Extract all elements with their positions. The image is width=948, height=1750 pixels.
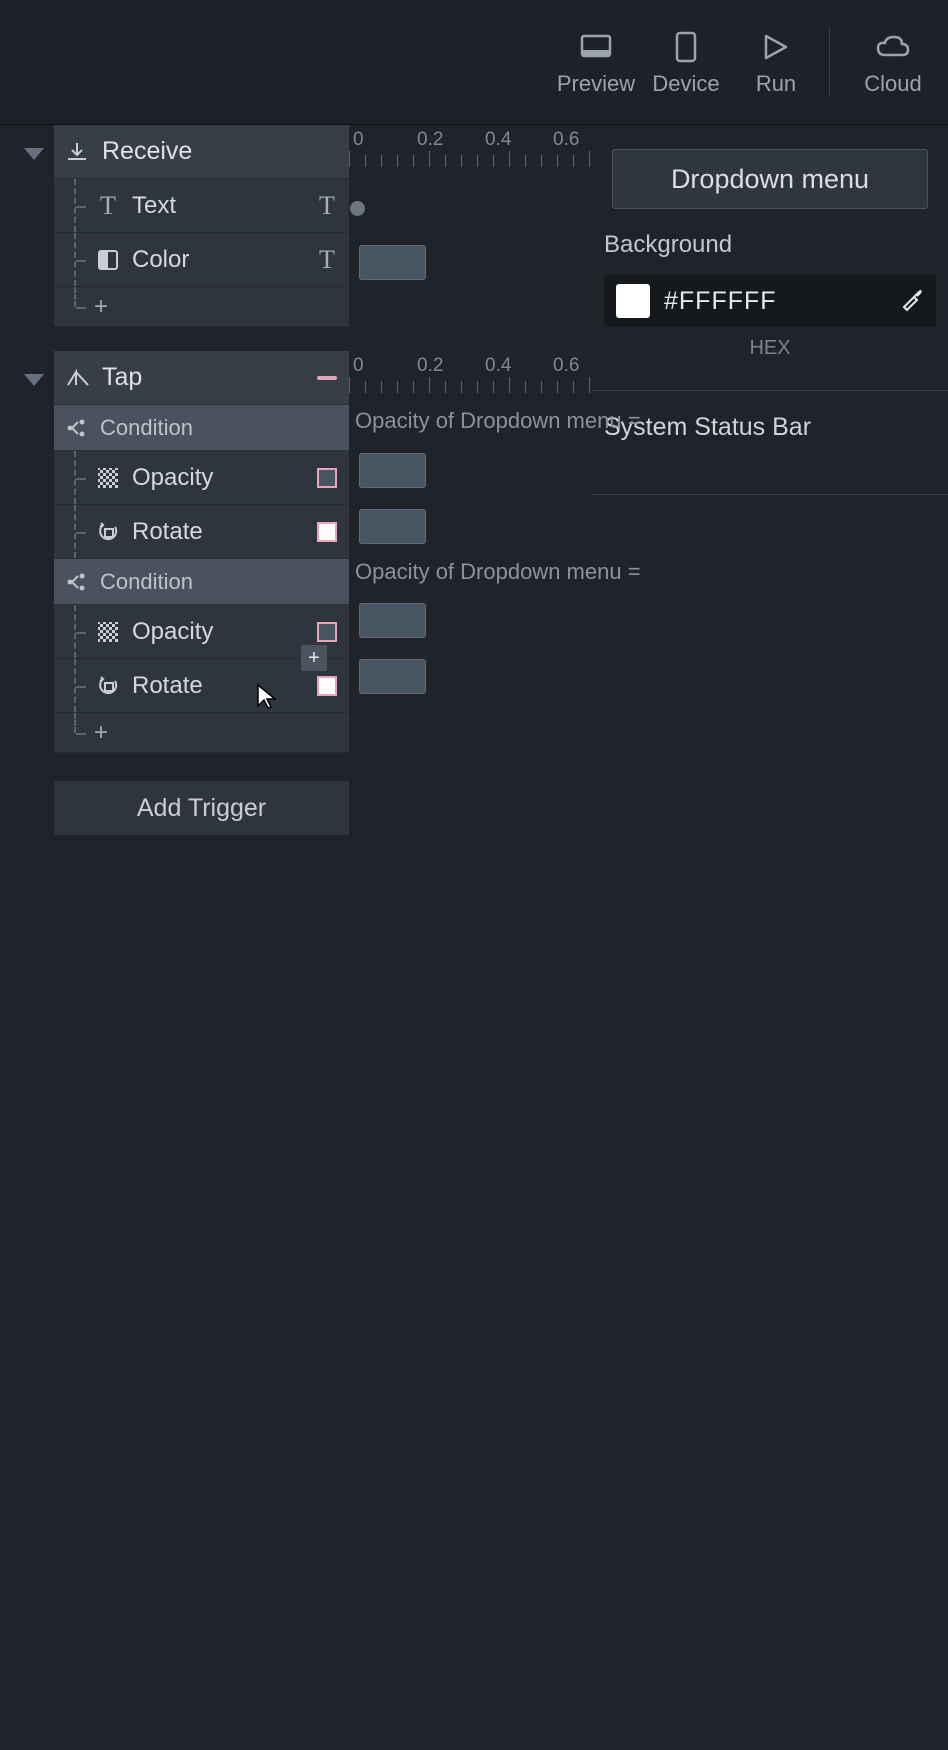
tick-label: 0.6: [553, 129, 579, 151]
section-header-receive[interactable]: Receive: [54, 125, 349, 179]
condition-text: Opacity of Dropdown menu =: [355, 559, 641, 585]
plus-icon: +: [94, 293, 108, 321]
row-text[interactable]: T Text T: [54, 179, 349, 233]
keyframe-tag: [315, 520, 339, 544]
preview-label: Preview: [557, 71, 635, 97]
keyframe-tag: [315, 674, 339, 698]
collapse-toggle-tap[interactable]: [24, 374, 44, 386]
row-label: Text: [132, 192, 315, 220]
type-indicator-text: T: [315, 194, 339, 218]
tick-label: 0.4: [485, 355, 511, 377]
keyframe-block[interactable]: [359, 245, 426, 280]
collapse-toggle-receive[interactable]: [24, 148, 44, 160]
inspector-title[interactable]: Dropdown menu: [612, 149, 928, 209]
device-icon: [676, 27, 696, 67]
inspector-panel: Dropdown menu Background #FFFFFF HEX Sys…: [592, 125, 948, 1750]
text-icon: T: [94, 191, 122, 221]
row-label: Opacity: [132, 618, 315, 646]
tick-label: 0.6: [553, 355, 579, 377]
keyframe-block[interactable]: [359, 659, 426, 694]
tap-tag: [317, 376, 337, 380]
keyframe-block[interactable]: [359, 603, 426, 638]
row-rotate-2[interactable]: Rotate +: [54, 659, 349, 713]
keyframe-block[interactable]: [359, 453, 426, 488]
section-receive: Receive T Text T Color T +: [54, 125, 349, 327]
opacity-icon: [94, 621, 122, 643]
keyframe-tag: [315, 620, 339, 644]
row-label: Opacity: [132, 464, 315, 492]
background-color-field[interactable]: #FFFFFF: [604, 275, 936, 327]
row-label: Rotate: [132, 518, 315, 546]
color-swatch: [616, 284, 650, 318]
timeline-ruler-tap[interactable]: 0 0.2 0.4 0.6: [349, 351, 592, 405]
triggers-panel: Receive T Text T Color T +: [54, 125, 349, 1750]
insert-row-button[interactable]: +: [301, 645, 327, 671]
condition-row-2[interactable]: Condition: [54, 559, 349, 605]
keyframe-dot[interactable]: [350, 201, 365, 216]
condition-icon: [66, 572, 90, 592]
top-toolbar: Preview Device Run Cloud: [0, 0, 948, 125]
eyedropper-icon[interactable]: [900, 287, 924, 316]
row-opacity-1[interactable]: Opacity: [54, 451, 349, 505]
section-header-tap[interactable]: Tap: [54, 351, 349, 405]
run-button[interactable]: Run: [731, 27, 821, 97]
type-indicator-text: T: [315, 248, 339, 272]
receive-icon: [66, 141, 92, 163]
color-icon: [94, 249, 122, 271]
color-hex-value: #FFFFFF: [664, 287, 900, 316]
run-label: Run: [756, 71, 796, 97]
background-label: Background: [604, 231, 948, 259]
rotate-icon: [94, 521, 122, 543]
keyframe-block[interactable]: [359, 509, 426, 544]
toolbar-divider: [829, 27, 830, 97]
device-button[interactable]: Device: [641, 27, 731, 97]
play-icon: [764, 27, 788, 67]
cloud-button[interactable]: Cloud: [848, 27, 938, 97]
keyframe-tag: [315, 466, 339, 490]
inspector-title-label: Dropdown menu: [671, 164, 869, 195]
row-add-tap[interactable]: +: [54, 713, 349, 753]
row-rotate-1[interactable]: Rotate: [54, 505, 349, 559]
add-trigger-label: Add Trigger: [137, 794, 266, 823]
condition-label: Condition: [100, 415, 193, 441]
inspector-divider: [592, 494, 948, 495]
hex-caption: HEX: [592, 337, 948, 360]
tick-label: 0.4: [485, 129, 511, 151]
preview-button[interactable]: Preview: [551, 27, 641, 97]
condition-label: Condition: [100, 569, 193, 595]
cloud-label: Cloud: [864, 71, 921, 97]
timeline-ruler-receive[interactable]: 0 0.2 0.4 0.6: [349, 125, 592, 179]
tap-icon: [66, 367, 92, 389]
plus-icon: +: [94, 719, 108, 747]
rotate-icon: [94, 675, 122, 697]
tick-label: 0: [353, 129, 364, 151]
section-title: Receive: [102, 137, 192, 166]
tick-label: 0.2: [417, 355, 443, 377]
row-label: Color: [132, 246, 315, 274]
condition-row-1[interactable]: Condition: [54, 405, 349, 451]
preview-icon: [581, 27, 611, 67]
tick-label: 0.2: [417, 129, 443, 151]
row-add-receive[interactable]: +: [54, 287, 349, 327]
tick-label: 0: [353, 355, 364, 377]
system-status-bar-row[interactable]: System Status Bar: [592, 391, 948, 464]
timeline-panel: 0 0.2 0.4 0.6 0 0.2 0.4 0.6 Opacity of D…: [349, 125, 592, 1750]
add-trigger-button[interactable]: Add Trigger: [54, 781, 349, 835]
condition-icon: [66, 418, 90, 438]
row-label: Rotate: [132, 672, 315, 700]
section-title: Tap: [102, 363, 317, 392]
row-color[interactable]: Color T: [54, 233, 349, 287]
cloud-icon: [876, 27, 910, 67]
section-tap: Tap Condition Opacity: [54, 351, 349, 753]
opacity-icon: [94, 467, 122, 489]
condition-text: Opacity of Dropdown menu =: [355, 408, 641, 434]
device-label: Device: [652, 71, 719, 97]
